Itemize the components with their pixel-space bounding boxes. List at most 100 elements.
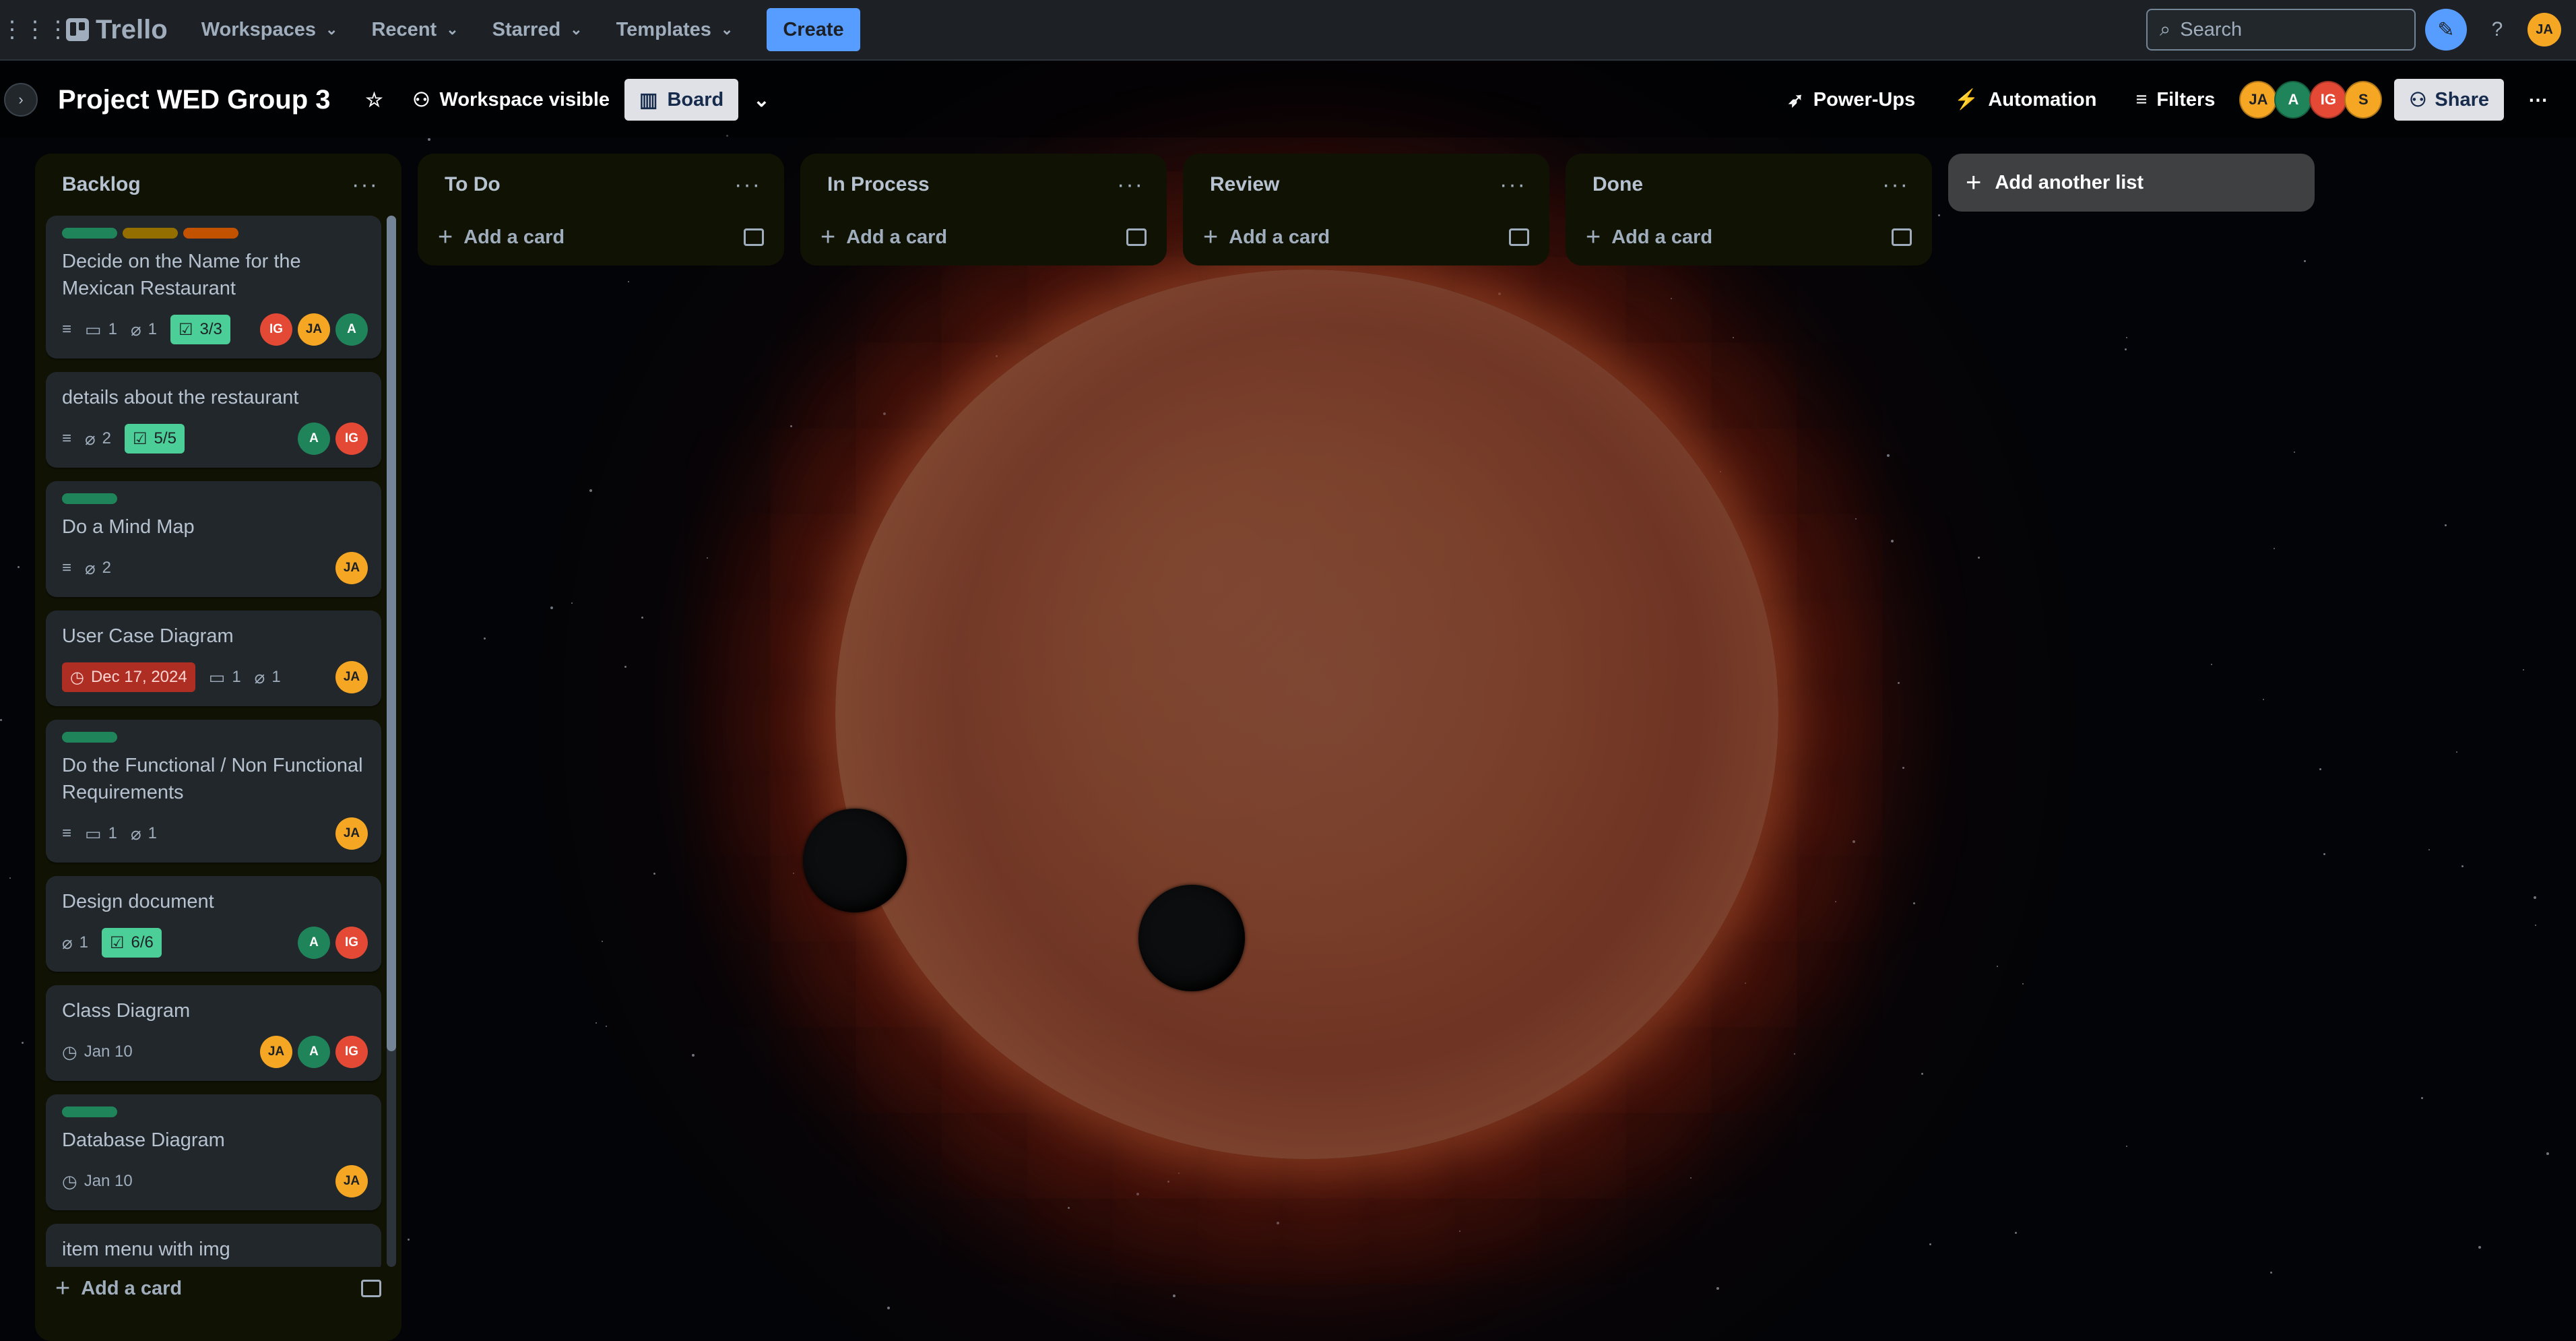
card-labels: [62, 732, 368, 743]
member-avatar[interactable]: IG: [260, 313, 292, 346]
paperclip-icon: ⌀: [130, 823, 141, 844]
card[interactable]: Class Diagram ◷ Jan 10 JA A IG: [46, 985, 381, 1081]
card-label[interactable]: [183, 228, 238, 239]
member-avatar[interactable]: S: [2344, 81, 2383, 119]
member-avatar[interactable]: IG: [335, 1036, 368, 1068]
list-title[interactable]: To Do: [445, 173, 501, 196]
card[interactable]: details about the restaurant ≡ ⌀ 2 ☑ 5/5 A IG: [46, 372, 381, 468]
checkbox-icon: ☑: [133, 429, 148, 448]
add-card-label: Add a card: [463, 226, 565, 248]
member-avatar[interactable]: IG: [335, 927, 368, 959]
card-template-icon[interactable]: [744, 228, 764, 246]
list-menu-icon[interactable]: ···: [1882, 172, 1909, 198]
search-input[interactable]: ⌕ Search: [2146, 9, 2416, 51]
card[interactable]: Decide on the Name for the Mexican Resta…: [46, 216, 381, 358]
chevron-down-icon: ⌄: [753, 89, 770, 111]
nav-label: Templates: [616, 18, 711, 40]
board-view-button[interactable]: ▥ Board: [624, 79, 739, 121]
chevron-down-icon: ⌄: [325, 21, 338, 38]
add-another-list-button[interactable]: + Add another list: [1948, 154, 2315, 212]
checklist-count: 5/5: [154, 429, 176, 447]
automation-label: Automation: [1988, 88, 2097, 111]
checklist-count: 3/3: [199, 320, 222, 338]
list-menu-icon[interactable]: ···: [1117, 172, 1144, 198]
card-label[interactable]: [62, 1106, 117, 1117]
star-board-button[interactable]: ☆: [351, 79, 398, 121]
help-icon[interactable]: ?: [2476, 9, 2518, 51]
card[interactable]: Do the Functional / Non Functional Requi…: [46, 720, 381, 863]
due-date-badge[interactable]: ◷ Jan 10: [62, 1042, 133, 1063]
member-avatar[interactable]: A: [298, 423, 330, 455]
card-label[interactable]: [62, 228, 117, 239]
card[interactable]: User Case Diagram ◷ Dec 17, 2024 ▭ 1 ⌀ 1 JA: [46, 611, 381, 706]
nav-starred[interactable]: Starred ⌄: [479, 9, 596, 50]
board-title[interactable]: Project WED Group 3: [58, 85, 331, 115]
description-icon: ≡: [62, 429, 72, 447]
attachments-badge: ⌀ 1: [131, 319, 157, 340]
member-avatar[interactable]: JA: [335, 552, 368, 584]
add-card-button[interactable]: + Add a card: [811, 216, 1156, 259]
notifications-icon[interactable]: ✎: [2425, 9, 2467, 51]
card[interactable]: Do a Mind Map ≡ ⌀ 2 JA: [46, 481, 381, 597]
card-label[interactable]: [123, 228, 178, 239]
card-label[interactable]: [62, 493, 117, 504]
user-avatar[interactable]: JA: [2527, 13, 2561, 46]
member-avatar[interactable]: A: [335, 313, 368, 346]
due-date-badge[interactable]: ◷ Dec 17, 2024: [62, 662, 195, 692]
create-button[interactable]: Create: [767, 8, 860, 51]
member-avatar[interactable]: JA: [335, 661, 368, 693]
list-scrollbar[interactable]: [387, 216, 396, 1267]
member-avatar[interactable]: A: [2274, 81, 2313, 119]
member-avatar[interactable]: A: [298, 927, 330, 959]
nav-templates[interactable]: Templates ⌄: [603, 9, 747, 50]
card[interactable]: item menu with img: [46, 1224, 381, 1267]
card[interactable]: Design document ⌀ 1 ☑ 6/6 A IG: [46, 876, 381, 972]
list-title[interactable]: Done: [1592, 173, 1643, 196]
list-menu-icon[interactable]: ···: [1500, 172, 1526, 198]
views-dropdown[interactable]: ⌄: [738, 79, 784, 121]
list-title[interactable]: In Process: [827, 173, 930, 196]
member-avatar[interactable]: JA: [260, 1036, 292, 1068]
list-title[interactable]: Backlog: [62, 173, 141, 196]
member-avatar[interactable]: JA: [298, 313, 330, 346]
share-button[interactable]: ⚇ Share: [2394, 79, 2504, 121]
card[interactable]: Database Diagram ◷ Jan 10 JA: [46, 1094, 381, 1210]
list-header: Backlog ···: [46, 154, 391, 216]
member-avatar[interactable]: JA: [2239, 81, 2278, 119]
clock-icon: ◷: [62, 1171, 77, 1191]
due-date-badge[interactable]: ◷ Jan 10: [62, 1171, 133, 1192]
trello-logo[interactable]: Trello: [62, 15, 181, 45]
power-ups-button[interactable]: ➶ Power-Ups: [1772, 79, 1930, 121]
automation-button[interactable]: ⚡ Automation: [1939, 79, 2111, 121]
member-avatar[interactable]: JA: [335, 1165, 368, 1197]
scrollbar-thumb[interactable]: [387, 216, 396, 1051]
card-template-icon[interactable]: [1892, 228, 1912, 246]
paperclip-icon: ⌀: [85, 428, 96, 449]
member-avatar[interactable]: IG: [335, 423, 368, 455]
card-template-icon[interactable]: [1509, 228, 1529, 246]
add-card-button[interactable]: + Add a card: [428, 216, 773, 259]
list-menu-icon[interactable]: ···: [734, 172, 761, 198]
sidebar-toggle-chevron-right-icon[interactable]: ›: [4, 83, 38, 117]
member-avatar[interactable]: IG: [2309, 81, 2348, 119]
nav-workspaces[interactable]: Workspaces ⌄: [188, 9, 352, 50]
add-card-button[interactable]: + Add a card: [1576, 216, 1921, 259]
visibility-button[interactable]: ⚇ Workspace visible: [398, 79, 625, 121]
list-title[interactable]: Review: [1210, 173, 1279, 196]
chevron-down-icon: ⌄: [720, 21, 734, 38]
nav-recent[interactable]: Recent ⌄: [358, 9, 472, 50]
member-avatar[interactable]: JA: [335, 817, 368, 850]
board-menu-icon[interactable]: ⋯: [2513, 79, 2563, 121]
filters-button[interactable]: ≡ Filters: [2121, 79, 2230, 121]
card-template-icon[interactable]: [361, 1280, 381, 1297]
board-members[interactable]: JA A IG S: [2239, 81, 2383, 119]
card-label[interactable]: [62, 732, 117, 743]
add-card-button[interactable]: + Add a card: [1194, 216, 1539, 259]
attachment-count: 2: [102, 429, 112, 447]
card-members: JA: [335, 552, 368, 584]
add-card-button[interactable]: + Add a card: [46, 1267, 391, 1310]
member-avatar[interactable]: A: [298, 1036, 330, 1068]
card-template-icon[interactable]: [1126, 228, 1147, 246]
app-switcher-icon[interactable]: ⋮⋮⋮: [1, 9, 69, 50]
list-menu-icon[interactable]: ···: [352, 172, 379, 198]
